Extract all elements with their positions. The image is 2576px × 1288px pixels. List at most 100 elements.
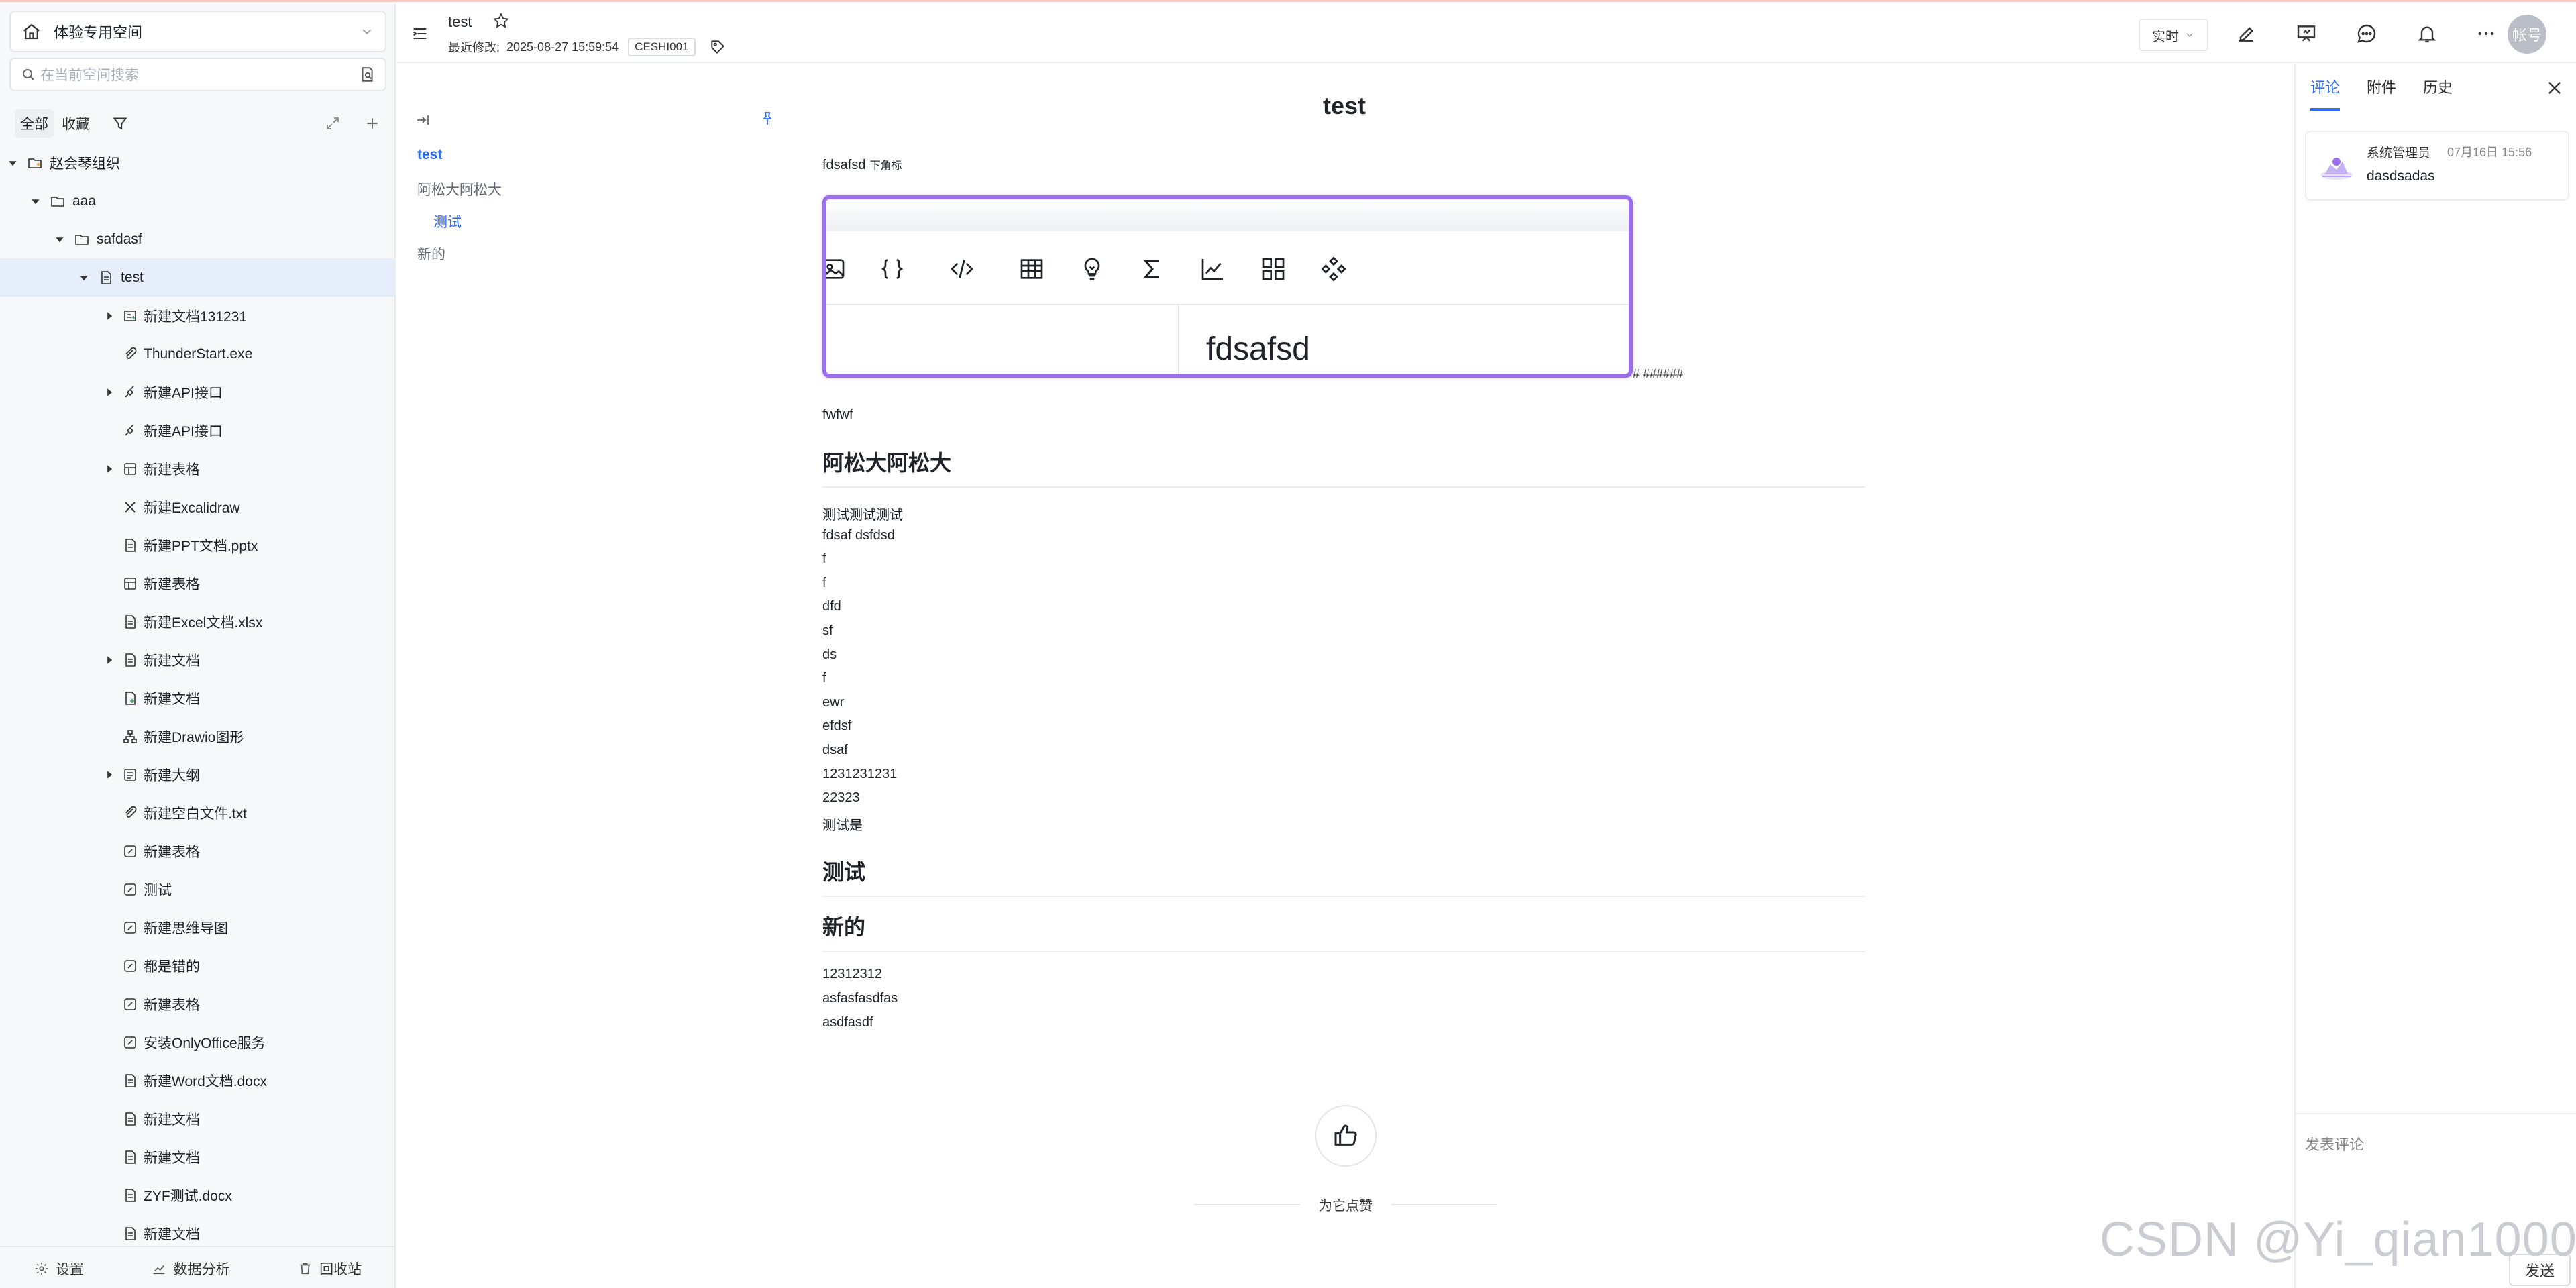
tree-node[interactable]: 新建思维导图 xyxy=(0,908,396,947)
star-icon[interactable] xyxy=(492,12,510,30)
divider xyxy=(826,304,1629,305)
tree-node-label: safdasf xyxy=(97,231,142,247)
embedded-block[interactable]: fdsafsd xyxy=(822,195,1633,378)
tree-node[interactable]: 安装OnlyOffice服务 xyxy=(0,1023,396,1061)
outline-item[interactable]: 阿松大阿松大 xyxy=(417,179,502,199)
table-icon[interactable] xyxy=(1018,256,1045,282)
tree-node[interactable]: 新建Excel文档.xlsx xyxy=(0,602,396,641)
tree-node[interactable]: ThunderStart.exe xyxy=(0,335,396,373)
tree-node[interactable]: 新建表格 xyxy=(0,832,396,870)
comment-card[interactable]: 系统管理员 07月16日 15:56 dasdsadas xyxy=(2305,131,2569,201)
api-icon xyxy=(125,423,134,436)
tree-node[interactable]: 新建文档131231 xyxy=(0,297,396,335)
menu-fold-icon[interactable] xyxy=(411,24,429,43)
caret-right-icon[interactable] xyxy=(105,655,114,665)
sigma-icon[interactable] xyxy=(1139,256,1166,282)
comment-icon[interactable] xyxy=(2356,23,2377,44)
attachment-icon xyxy=(125,806,137,818)
component-icon[interactable] xyxy=(1320,256,1347,282)
space-selector[interactable]: 体验专用空间 xyxy=(9,11,386,52)
settings-label: 设置 xyxy=(55,1262,84,1277)
embed-toolbar xyxy=(826,246,1629,285)
tree-node[interactable]: 新建Drawio图形 xyxy=(0,717,396,755)
tree-node[interactable]: 新建表格 xyxy=(0,564,396,602)
recycle-label: 回收站 xyxy=(319,1262,362,1277)
tree-node[interactable]: 新建API接口 xyxy=(0,373,396,411)
outline-item[interactable]: 新的 xyxy=(417,244,445,264)
tree-node[interactable]: 新建空白文件.txt xyxy=(0,794,396,832)
caret-down-icon[interactable] xyxy=(8,158,17,168)
filter-icon[interactable] xyxy=(111,115,129,132)
tree-node[interactable]: safdasf xyxy=(0,220,396,258)
tree-node[interactable]: 新建文档 xyxy=(0,1099,396,1138)
outline-item[interactable]: test xyxy=(417,147,442,163)
caret-right-icon[interactable] xyxy=(105,770,114,780)
tree-node[interactable]: 新建文档 xyxy=(0,679,396,717)
caret-right-icon[interactable] xyxy=(105,388,114,397)
tab-comments[interactable]: 评论 xyxy=(2310,76,2341,111)
tree-node[interactable]: 赵会琴组织 xyxy=(0,144,396,182)
tree-node[interactable]: 新建Word文档.docx xyxy=(0,1061,396,1099)
caret-down-icon[interactable] xyxy=(31,197,40,206)
caret-right-icon[interactable] xyxy=(105,311,114,321)
expand-icon[interactable] xyxy=(325,115,341,131)
collapse-outline-icon[interactable] xyxy=(415,112,431,128)
tag-icon[interactable] xyxy=(709,38,727,56)
caret-right-icon[interactable] xyxy=(105,464,114,474)
search-document-icon[interactable] xyxy=(358,66,376,83)
home-icon xyxy=(23,23,40,40)
heading-test: 测试 xyxy=(822,855,1866,897)
caret-down-icon[interactable] xyxy=(55,235,64,244)
tree-node[interactable]: 新建Excalidraw xyxy=(0,488,396,526)
line-chart-icon[interactable] xyxy=(1199,256,1226,282)
settings-button[interactable]: 设置 xyxy=(34,1258,84,1279)
search-placeholder: 在当前空间搜索 xyxy=(40,68,139,83)
tree-node[interactable]: aaa xyxy=(0,182,396,220)
document-tree: 赵会琴组织 aaa safdasf test 新建文档131231 Thunde… xyxy=(0,144,396,1252)
image-icon[interactable] xyxy=(822,256,847,282)
add-icon[interactable] xyxy=(364,115,381,132)
tab-history[interactable]: 历史 xyxy=(2423,76,2453,111)
more-icon[interactable] xyxy=(2475,23,2497,44)
document-plus-icon xyxy=(124,310,136,321)
braces-icon[interactable] xyxy=(879,256,906,282)
lightbulb-icon[interactable] xyxy=(1079,256,1106,282)
tree-node[interactable]: 新建文档 xyxy=(0,641,396,679)
code-icon[interactable] xyxy=(949,256,975,282)
tree-node[interactable]: 都是错的 xyxy=(0,947,396,985)
grid-icon[interactable] xyxy=(1260,256,1287,282)
close-icon[interactable] xyxy=(2545,78,2564,97)
tree-node-selected[interactable]: test xyxy=(0,258,396,297)
pin-icon[interactable] xyxy=(759,111,775,127)
sidebar-search[interactable]: 在当前空间搜索 xyxy=(9,58,386,91)
tree-node-label: 都是错的 xyxy=(144,959,200,975)
outline-item[interactable]: 测试 xyxy=(433,211,462,231)
tree-node[interactable]: 新建大纲 xyxy=(0,755,396,794)
attachment-icon xyxy=(125,347,137,359)
tree-node-label: 新建思维导图 xyxy=(144,920,228,936)
tree-node[interactable]: 新建文档 xyxy=(0,1138,396,1176)
mode-select[interactable]: 实时 xyxy=(2139,19,2208,51)
like-button[interactable] xyxy=(1315,1105,1377,1167)
document-body[interactable]: test fdsafsd 下角标 fdsafsd # ###### fwfwf 阿… xyxy=(821,64,1868,1288)
tab-attachments[interactable]: 附件 xyxy=(2367,76,2396,111)
sheet-icon xyxy=(124,577,136,590)
tree-node[interactable]: 新建API接口 xyxy=(0,411,396,449)
recycle-bin-button[interactable]: 回收站 xyxy=(298,1258,362,1279)
tree-node[interactable]: 新建表格 xyxy=(0,985,396,1023)
tree-node[interactable]: 新建表格 xyxy=(0,449,396,488)
analytics-button[interactable]: 数据分析 xyxy=(152,1258,229,1279)
tree-node[interactable]: 测试 xyxy=(0,870,396,908)
tree-node[interactable]: ZYF测试.docx xyxy=(0,1176,396,1214)
tree-node-label: 新建Drawio图形 xyxy=(144,729,244,745)
tree-node[interactable]: 新建PPT文档.pptx xyxy=(0,526,396,564)
tab-all[interactable]: 全部 xyxy=(15,109,54,138)
tab-favorites[interactable]: 收藏 xyxy=(56,109,95,138)
avatar[interactable]: 帐号 xyxy=(2508,15,2546,54)
caret-down-icon[interactable] xyxy=(79,273,89,282)
edit-icon[interactable] xyxy=(2235,23,2257,44)
bell-icon[interactable] xyxy=(2416,23,2438,44)
present-icon[interactable] xyxy=(2296,23,2317,44)
paragraph: fwfwf xyxy=(822,407,853,422)
doc-tag[interactable]: CESHI001 xyxy=(628,38,696,56)
